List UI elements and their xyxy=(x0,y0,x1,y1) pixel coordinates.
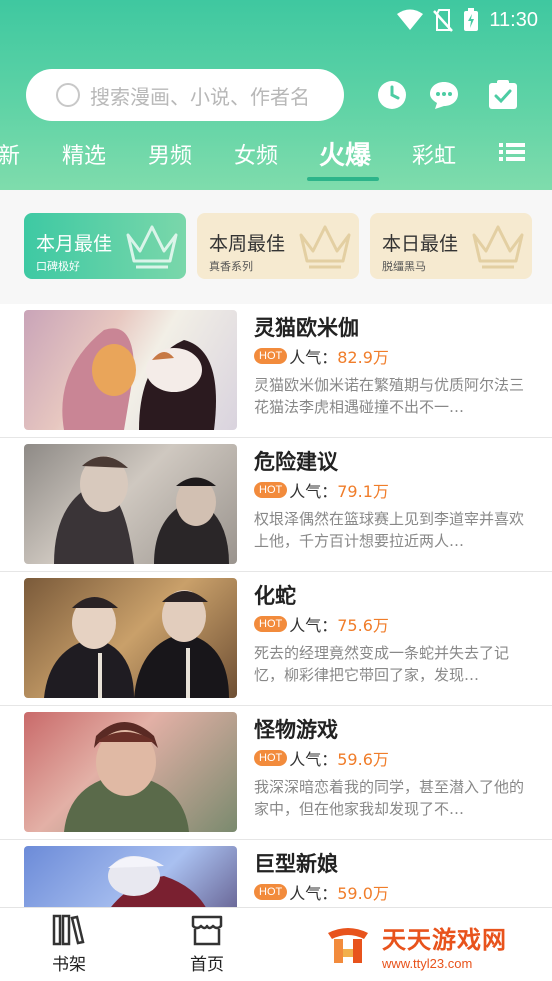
battery-icon xyxy=(464,8,479,31)
comic-title: 灵猫欧米伽 xyxy=(254,316,359,340)
watermark: 天天游戏网 www.ttyl23.com xyxy=(306,908,552,981)
comic-item[interactable]: 怪物游戏 HOT 人气： 59.6万 我深深暗恋着我的同学，甚至潜入了他的家中，… xyxy=(0,706,552,840)
nav-bookshelf[interactable]: 书架 xyxy=(29,914,109,975)
category-tabs: 新 精选 男频 女频 火爆 彩虹 xyxy=(0,130,552,181)
hot-badge: HOT xyxy=(254,616,288,632)
rank-card-weekly[interactable]: 本周最佳 真香系列 xyxy=(197,213,359,279)
popularity-value: 59.0万 xyxy=(337,884,389,903)
comic-description: 灵猫欧米伽米诺在繁殖期与优质阿尔法三花猫法李虎相遇碰撞不出不一… xyxy=(254,376,525,416)
tab-rainbow[interactable]: 彩虹 xyxy=(412,138,456,170)
comic-description: 死去的经理竟然变成一条蛇并失去了记忆，柳彩律把它带回了家，发现… xyxy=(254,644,510,684)
popularity-label: 人气： xyxy=(289,482,338,501)
tab-new[interactable]: 新 xyxy=(0,138,20,170)
search-placeholder: 搜索漫画、小说、作者名 xyxy=(90,84,310,109)
comic-title: 化蛇 xyxy=(254,584,296,608)
hot-badge: HOT xyxy=(254,348,288,364)
popularity-label: 人气： xyxy=(289,884,338,903)
comic-item[interactable]: 化蛇 HOT 人气： 75.6万 死去的经理竟然变成一条蛇并失去了记忆，柳彩律把… xyxy=(0,572,552,706)
comic-title: 巨型新娘 xyxy=(254,852,338,876)
menu-icon[interactable] xyxy=(499,142,525,162)
tab-featured[interactable]: 精选 xyxy=(62,138,106,170)
popularity-value: 75.6万 xyxy=(337,616,389,635)
search-bar[interactable]: 搜索漫画、小说、作者名 xyxy=(26,69,344,121)
no-sim-icon xyxy=(433,9,454,32)
comic-title: 怪物游戏 xyxy=(254,718,338,742)
chat-icon[interactable] xyxy=(429,80,459,110)
nav-label: 首页 xyxy=(190,955,224,975)
comic-cover[interactable] xyxy=(24,444,237,564)
clock-icon[interactable] xyxy=(377,80,407,110)
watermark-name: 天天游戏网 xyxy=(382,925,507,954)
popularity-value: 59.6万 xyxy=(337,750,389,769)
checklist-icon[interactable] xyxy=(488,80,518,110)
hot-badge: HOT xyxy=(254,884,288,900)
comic-cover[interactable] xyxy=(24,578,237,698)
rank-card-daily[interactable]: 本日最佳 脱缰黑马 xyxy=(370,213,532,279)
rank-card-monthly[interactable]: 本月最佳 口碑极好 xyxy=(24,213,186,279)
tab-male[interactable]: 男频 xyxy=(148,138,192,170)
comic-cover[interactable] xyxy=(24,712,237,832)
popularity-row: HOT 人气： 75.6万 xyxy=(254,612,389,636)
crown-icon xyxy=(126,225,178,269)
hot-badge: HOT xyxy=(254,750,288,766)
top-header: 11:30 搜索漫画、小说、作者名 新 精选 男频 女频 火爆 彩虹 xyxy=(0,0,552,190)
status-bar: 11:30 xyxy=(397,6,538,34)
bookshelf-icon xyxy=(52,914,85,946)
tab-hot[interactable]: 火爆 xyxy=(319,135,371,172)
hot-badge: HOT xyxy=(254,482,288,498)
comic-description: 权垠泽偶然在篮球赛上见到李道宰并喜欢上他，千方百计想要拉近两人… xyxy=(254,510,525,550)
active-tab-indicator xyxy=(307,177,379,181)
comic-cover[interactable] xyxy=(24,310,237,430)
popularity-value: 79.1万 xyxy=(337,482,389,501)
popularity-row: HOT 人气： 79.1万 xyxy=(254,478,389,502)
bottom-nav: 书架 首页 天天游戏网 www.ttyl23.com xyxy=(0,907,552,981)
crown-icon xyxy=(472,225,524,269)
comic-item[interactable]: 灵猫欧米伽 HOT 人气： 82.9万 灵猫欧米伽米诺在繁殖期与优质阿尔法三花猫… xyxy=(0,304,552,438)
popularity-label: 人气： xyxy=(289,616,338,635)
comic-item[interactable]: 危险建议 HOT 人气： 79.1万 权垠泽偶然在篮球赛上见到李道宰并喜欢上他，… xyxy=(0,438,552,572)
wifi-icon xyxy=(397,9,424,30)
watermark-url: www.ttyl23.com xyxy=(382,955,473,971)
crown-icon xyxy=(299,225,351,269)
popularity-label: 人气： xyxy=(289,348,338,367)
popularity-label: 人气： xyxy=(289,750,338,769)
store-icon xyxy=(191,915,223,946)
popularity-row: HOT 人气： 59.6万 xyxy=(254,746,389,770)
search-icon xyxy=(56,83,80,107)
status-time: 11:30 xyxy=(489,8,538,31)
popularity-row: HOT 人气： 59.0万 xyxy=(254,880,389,904)
watermark-logo xyxy=(328,928,368,963)
comic-description: 我深深暗恋着我的同学，甚至潜入了他的家中，但在他家我却发现了不… xyxy=(254,778,525,818)
nav-home[interactable]: 首页 xyxy=(167,914,247,975)
tab-female[interactable]: 女频 xyxy=(234,138,278,170)
popularity-row: HOT 人气： 82.9万 xyxy=(254,344,389,368)
popularity-value: 82.9万 xyxy=(337,348,389,367)
comic-title: 危险建议 xyxy=(254,450,338,474)
nav-label: 书架 xyxy=(52,955,86,975)
